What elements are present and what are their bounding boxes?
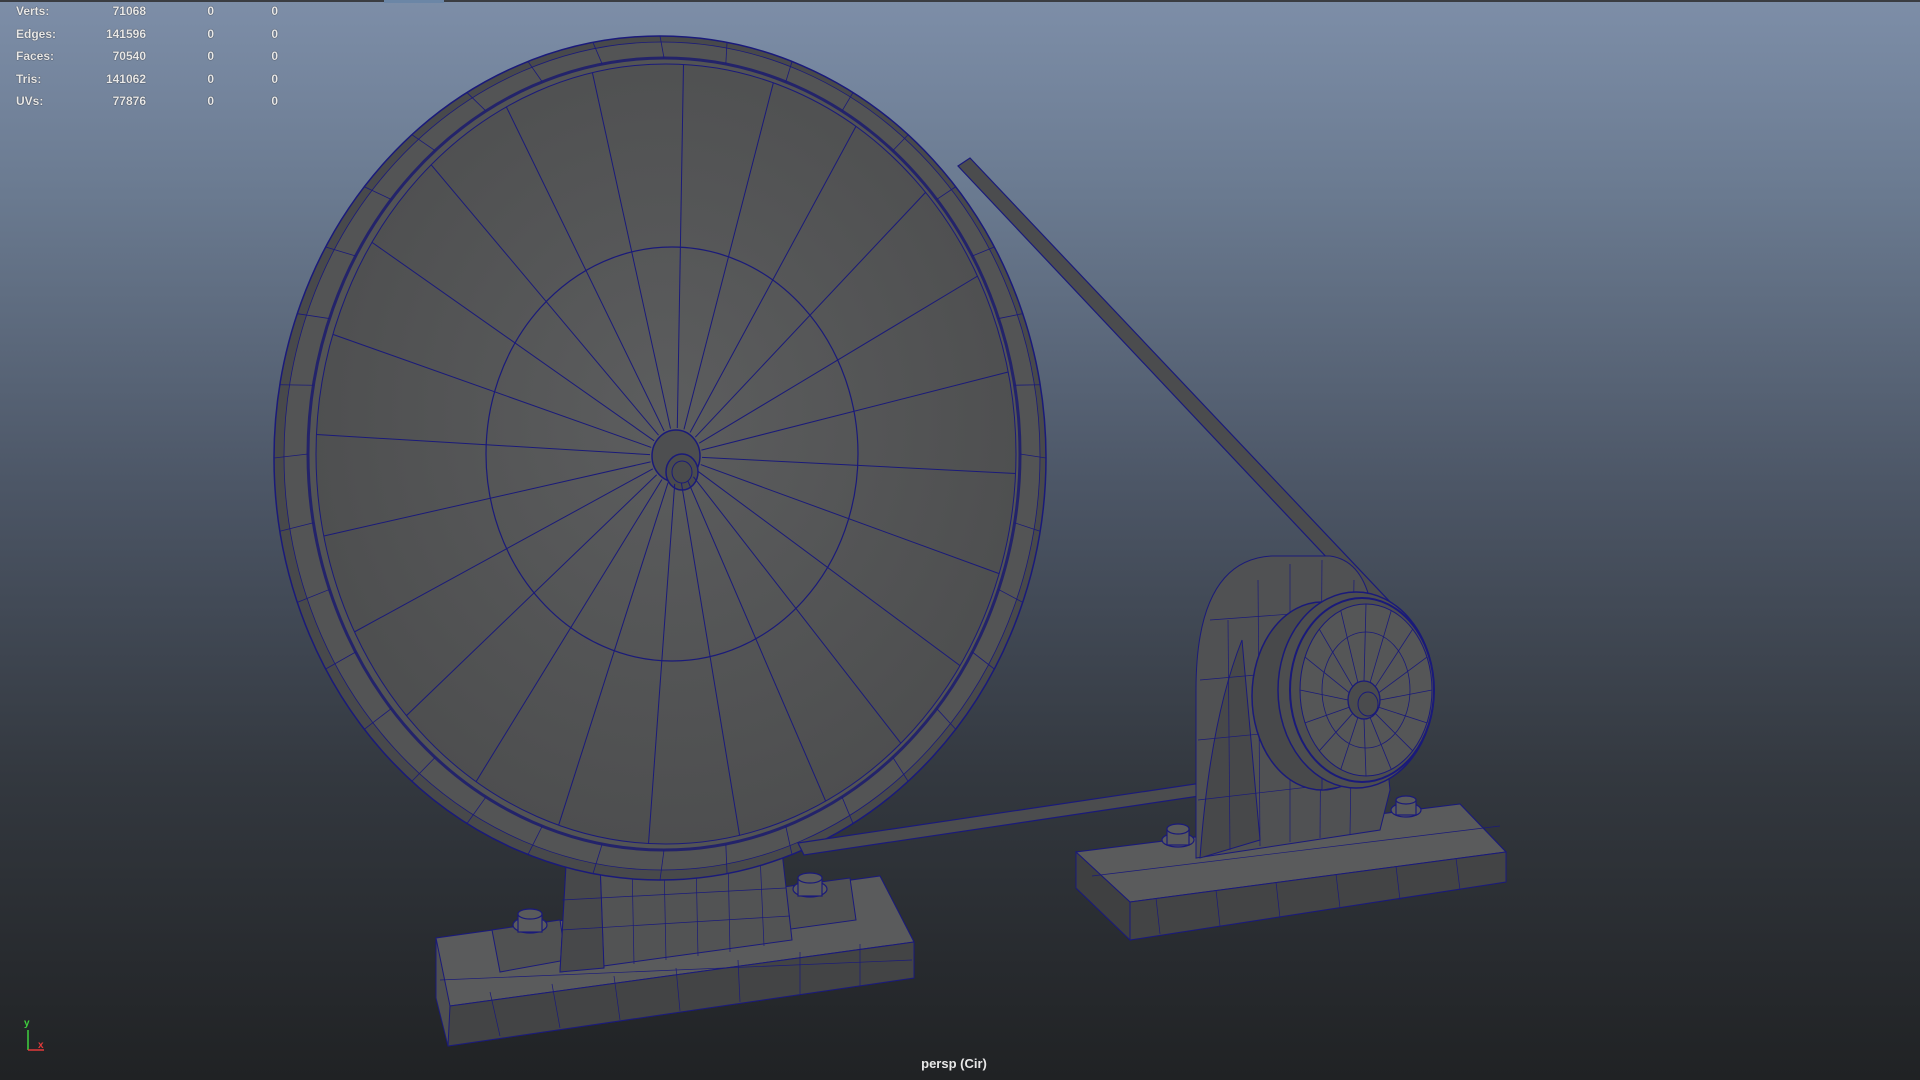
hud-value-total: 77876 bbox=[112, 94, 146, 109]
hud-value-tri: 0 bbox=[271, 4, 278, 18]
hud-value-selected: 0 bbox=[207, 26, 214, 41]
hud-value-selected: 0 bbox=[207, 4, 214, 18]
perspective-viewport[interactable]: Verts: 71068 0 0 Edges: 141596 0 0 Faces… bbox=[0, 0, 1920, 1080]
bolt-icon bbox=[512, 908, 548, 934]
hud-value-tri: 0 bbox=[271, 49, 278, 64]
bolt-icon bbox=[1390, 795, 1422, 818]
hud-value-total: 141596 bbox=[105, 26, 146, 41]
hud-value-tri: 0 bbox=[271, 94, 278, 109]
axis-y-label: y bbox=[24, 1018, 30, 1029]
hud-value-total: 70540 bbox=[112, 49, 146, 64]
camera-name-label: persp (Cir) bbox=[921, 1056, 987, 1071]
hud-value-selected: 0 bbox=[207, 71, 214, 86]
rim-edge bbox=[279, 384, 314, 386]
bolt-icon bbox=[792, 872, 828, 898]
hud-value-selected: 0 bbox=[207, 49, 214, 64]
3d-scene[interactable] bbox=[0, 0, 1920, 1080]
left-support-base[interactable] bbox=[435, 851, 915, 1047]
axis-x-label: x bbox=[38, 1040, 44, 1051]
rim-edge bbox=[1014, 384, 1041, 386]
bolt-icon bbox=[1161, 823, 1195, 848]
hud-value-total: 141062 bbox=[105, 71, 146, 86]
hud-value-selected: 0 bbox=[207, 94, 214, 109]
small-pulley[interactable] bbox=[1251, 591, 1435, 791]
hud-value-total: 71068 bbox=[112, 4, 146, 18]
hud-value-tri: 0 bbox=[271, 26, 278, 41]
hud-value-tri: 0 bbox=[271, 71, 278, 86]
large-flywheel[interactable] bbox=[273, 35, 1047, 881]
axis-gizmo-icon: y x bbox=[20, 1018, 50, 1054]
